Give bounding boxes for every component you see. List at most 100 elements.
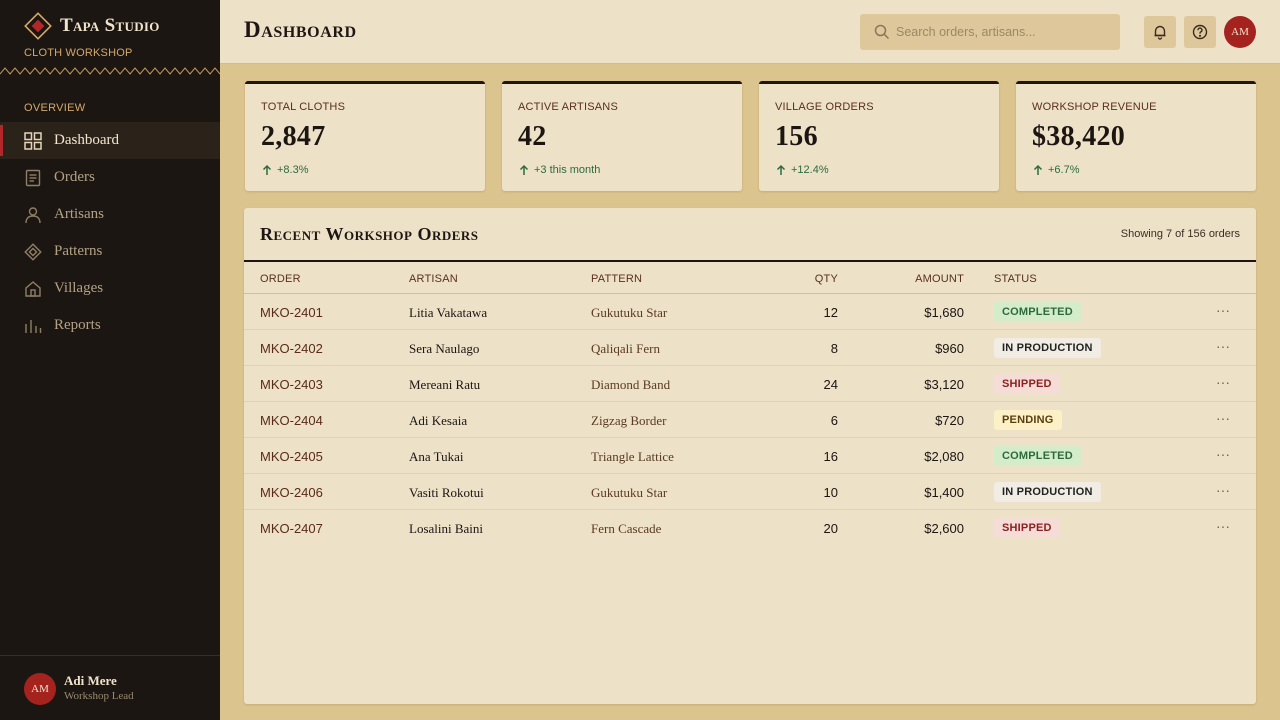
- table-row[interactable]: MKO-2407 Losalini Baini Fern Cascade 20 …: [244, 510, 1256, 546]
- sidebar-item-reports[interactable]: Reports: [0, 307, 220, 344]
- order-id[interactable]: MKO-2406: [260, 485, 323, 500]
- amount: $2,080: [924, 449, 964, 464]
- status-badge: SHIPPED: [994, 374, 1060, 394]
- table-row[interactable]: MKO-2405 Ana Tukai Triangle Lattice 16 $…: [244, 438, 1256, 474]
- arrow-up-icon: [519, 164, 529, 175]
- search-icon: [874, 24, 890, 40]
- artisan-name: Mereani Ratu: [409, 377, 481, 392]
- qty: 20: [823, 521, 838, 536]
- amount: $2,600: [924, 521, 964, 536]
- sidebar-item-label: Patterns: [54, 243, 103, 259]
- sidebar-item-villages[interactable]: Villages: [0, 270, 220, 307]
- status-badge: IN PRODUCTION: [994, 482, 1101, 502]
- table-row[interactable]: MKO-2403 Mereani Ratu Diamond Band 24 $3…: [244, 366, 1256, 402]
- sidebar-item-orders[interactable]: Orders: [0, 159, 220, 196]
- order-id[interactable]: MKO-2404: [260, 413, 323, 428]
- order-id[interactable]: MKO-2403: [260, 377, 323, 392]
- sidebar-item-artisans[interactable]: Artisans: [0, 196, 220, 233]
- more-actions-button[interactable]: ···: [1216, 518, 1230, 534]
- stat-value: 42: [518, 121, 547, 152]
- stat-value: 2,847: [261, 121, 326, 152]
- panel-title: Recent Workshop Orders: [260, 224, 479, 244]
- pattern-name: Triangle Lattice: [591, 449, 674, 464]
- status-badge: IN PRODUCTION: [994, 338, 1101, 358]
- amount: $720: [935, 413, 964, 428]
- order-id[interactable]: MKO-2407: [260, 521, 323, 536]
- avatar[interactable]: AM: [1224, 16, 1256, 48]
- sidebar-item-label: Artisans: [54, 206, 104, 222]
- column-header-artisan[interactable]: ARTISAN: [409, 273, 458, 285]
- user-role: Workshop Lead: [64, 690, 134, 702]
- stat-card-active-artisans: ACTIVE ARTISANS 42 +3 this month: [502, 81, 742, 191]
- column-header-status[interactable]: STATUS: [994, 273, 1037, 285]
- arrow-up-icon: [262, 164, 272, 175]
- column-header-qty[interactable]: QTY: [815, 273, 838, 285]
- status-badge: COMPLETED: [994, 302, 1081, 322]
- brand[interactable]: Tapa Studio: [24, 12, 160, 40]
- column-header-pattern[interactable]: PATTERN: [591, 273, 642, 285]
- sidebar-item-label: Dashboard: [54, 132, 119, 148]
- column-header-amount[interactable]: AMOUNT: [915, 273, 964, 285]
- artisan-name: Vasiti Rokotui: [409, 485, 484, 500]
- brand-title: Tapa Studio: [60, 15, 160, 36]
- stat-delta-text: +12.4%: [791, 164, 829, 176]
- pattern-name: Gukutuku Star: [591, 485, 668, 500]
- person-icon: [25, 206, 41, 223]
- stat-label: TOTAL CLOTHS: [261, 101, 346, 113]
- more-actions-button[interactable]: ···: [1216, 374, 1230, 390]
- arrow-up-icon: [776, 164, 786, 175]
- artisan-name: Adi Kesaia: [409, 413, 468, 428]
- amount: $3,120: [924, 377, 964, 392]
- status-badge: PENDING: [994, 410, 1062, 430]
- qty: 6: [830, 413, 838, 428]
- table-header: ORDER ARTISAN PATTERN QTY AMOUNT STATUS: [244, 262, 1256, 294]
- order-id[interactable]: MKO-2401: [260, 305, 323, 320]
- pattern-name: Fern Cascade: [591, 521, 662, 536]
- sidebar-item-dashboard[interactable]: Dashboard: [0, 122, 220, 159]
- help-icon: [1192, 24, 1208, 40]
- notifications-button[interactable]: [1144, 16, 1176, 48]
- amount: $960: [935, 341, 964, 356]
- search-input[interactable]: [896, 25, 1106, 39]
- more-actions-button[interactable]: ···: [1216, 410, 1230, 426]
- more-actions-button[interactable]: ···: [1216, 338, 1230, 354]
- stat-value: $38,420: [1032, 121, 1126, 152]
- artisan-name: Ana Tukai: [409, 449, 464, 464]
- help-button[interactable]: [1184, 16, 1216, 48]
- qty: 10: [823, 485, 838, 500]
- artisan-name: Losalini Baini: [409, 521, 484, 536]
- bar-chart-icon: [25, 319, 42, 333]
- order-id[interactable]: MKO-2402: [260, 341, 323, 356]
- stat-value: 156: [775, 121, 818, 152]
- table-row[interactable]: MKO-2401 Litia Vakatawa Gukutuku Star 12…: [244, 294, 1256, 330]
- table-row[interactable]: MKO-2404 Adi Kesaia Zigzag Border 6 $720…: [244, 402, 1256, 438]
- table-row[interactable]: MKO-2402 Sera Naulago Qaliqali Fern 8 $9…: [244, 330, 1256, 366]
- sidebar-item-patterns[interactable]: Patterns: [0, 233, 220, 270]
- stat-delta-text: +6.7%: [1048, 164, 1080, 176]
- search-box[interactable]: [860, 14, 1120, 50]
- more-actions-button[interactable]: ···: [1216, 302, 1230, 318]
- stat-label: ACTIVE ARTISANS: [518, 101, 618, 113]
- stat-card-workshop-revenue: WORKSHOP REVENUE $38,420 +6.7%: [1016, 81, 1256, 191]
- avatar: AM: [24, 673, 56, 705]
- status-badge: SHIPPED: [994, 518, 1060, 538]
- pattern-name: Diamond Band: [591, 377, 671, 392]
- stat-card-village-orders: VILLAGE ORDERS 156 +12.4%: [759, 81, 999, 191]
- qty: 8: [830, 341, 838, 356]
- qty: 12: [823, 305, 838, 320]
- brand-subtitle: CLOTH WORKSHOP: [24, 47, 133, 59]
- order-id[interactable]: MKO-2405: [260, 449, 323, 464]
- table-row[interactable]: MKO-2406 Vasiti Rokotui Gukutuku Star 10…: [244, 474, 1256, 510]
- sidebar-item-label: Reports: [54, 317, 101, 333]
- logo-icon: [24, 12, 52, 40]
- column-header-order[interactable]: ORDER: [260, 273, 301, 285]
- sidebar-user[interactable]: AM Adi Mere Workshop Lead: [0, 655, 220, 720]
- more-actions-button[interactable]: ···: [1216, 482, 1230, 498]
- more-actions-button[interactable]: ···: [1216, 446, 1230, 462]
- zigzag-divider: [0, 67, 220, 75]
- stat-label: WORKSHOP REVENUE: [1032, 101, 1157, 113]
- top-header: Dashboard AM: [220, 0, 1280, 64]
- house-icon: [25, 280, 41, 297]
- status-badge: COMPLETED: [994, 446, 1081, 466]
- stat-delta: +12.4%: [775, 164, 829, 176]
